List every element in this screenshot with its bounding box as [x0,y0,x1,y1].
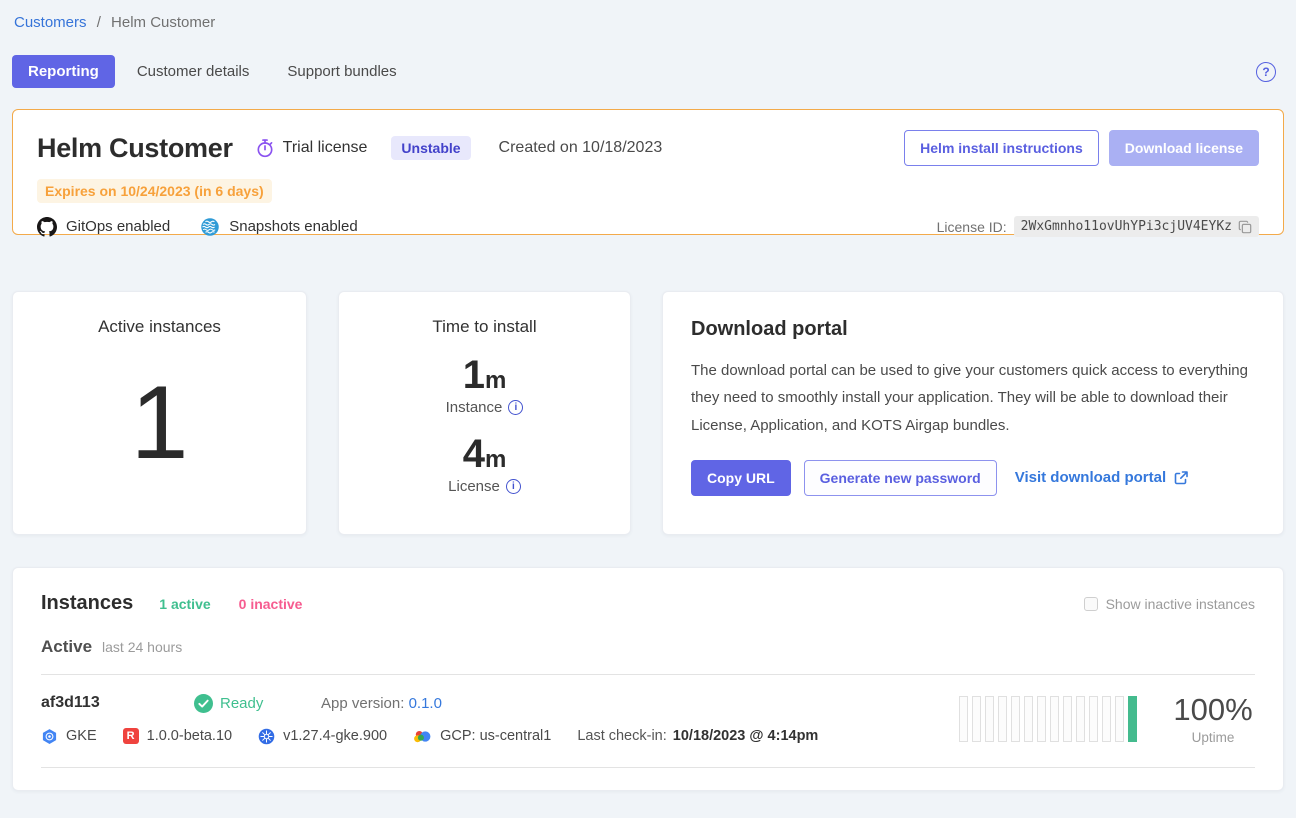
breadcrumb: Customers / Helm Customer [12,14,1284,31]
github-icon [37,217,57,237]
distribution-meta: GKE [41,728,97,745]
replicated-icon: R [123,728,139,744]
kots-version-meta: R 1.0.0-beta.10 [123,728,232,744]
uptime-label: Uptime [1171,730,1255,745]
instance-install-label: Instance [446,399,503,416]
stat-cards-row: Active instances 1 Time to install 1m In… [12,291,1284,535]
instance-row[interactable]: af3d113 Ready App version: 0.1.0 [13,675,1283,767]
snapshots-icon [200,217,220,237]
download-license-button[interactable]: Download license [1109,130,1259,166]
cloud-region-label: GCP: us-central1 [440,728,551,744]
breadcrumb-customers-link[interactable]: Customers [14,14,87,31]
download-portal-card: Download portal The download portal can … [662,291,1284,535]
help-icon[interactable]: ? [1256,62,1276,82]
snapshots-enabled: Snapshots enabled [200,217,357,237]
app-version-link[interactable]: 0.1.0 [409,695,442,712]
app-version-label: App version: [321,695,404,712]
customer-reporting-page: Customers / Helm Customer Reporting Cust… [0,0,1296,818]
k8s-version-label: v1.27.4-gke.900 [283,728,387,744]
time-to-install-card: Time to install 1m Instance i 4m License… [338,291,631,535]
created-date: Created on 10/18/2023 [499,139,663,157]
status-badge: Ready [194,694,321,713]
k8s-version-meta: v1.27.4-gke.900 [258,728,387,745]
active-instances-card: Active instances 1 [12,291,307,535]
instance-id: af3d113 [41,694,194,712]
active-instances-title: Active instances [98,317,221,337]
customer-title: Helm Customer [37,133,233,164]
show-inactive-label[interactable]: Show inactive instances [1106,596,1255,612]
uptime-bars [959,696,1137,742]
instance-install-metric: 1m Instance i [446,354,524,416]
license-type-label: Trial license [283,139,368,157]
instances-card: Instances 1 active 0 inactive Show inact… [12,567,1284,791]
license-id-label: License ID: [937,219,1007,235]
uptime-value: 100% [1171,693,1255,727]
download-portal-title: Download portal [691,318,1255,341]
show-inactive-checkbox[interactable] [1084,597,1098,611]
gcp-icon [413,729,432,744]
license-info-icon[interactable]: i [506,479,521,494]
download-portal-description: The download portal can be used to give … [691,357,1255,439]
license-install-metric: 4m License i [448,433,521,495]
helm-install-instructions-button[interactable]: Helm install instructions [904,130,1099,166]
tab-customer-details[interactable]: Customer details [121,55,266,88]
customer-header-card: Helm Customer Trial license Unstable Cre… [12,109,1284,235]
expires-badge: Expires on 10/24/2023 (in 6 days) [37,179,272,203]
last-checkin-label: Last check-in: [577,728,666,744]
instance-install-unit: m [485,367,506,394]
status-label: Ready [220,695,263,712]
active-section-label: Active [41,637,92,657]
ready-check-icon [194,694,213,713]
copy-url-button[interactable]: Copy URL [691,460,791,496]
license-install-value: 4 [463,432,485,476]
channel-badge: Unstable [391,136,470,160]
gitops-enabled-label: GitOps enabled [66,218,170,235]
breadcrumb-separator: / [97,14,101,31]
time-to-install-title: Time to install [432,317,536,337]
instance-install-value: 1 [463,353,485,397]
license-id-value[interactable]: 2WxGmnho11ovUhYPi3cjUV4EYKz [1014,216,1259,237]
instances-title: Instances [41,592,133,615]
active-section-range: last 24 hours [102,639,182,655]
gke-icon [41,728,58,745]
tab-bar: Reporting Customer details Support bundl… [12,55,1284,88]
license-install-unit: m [485,446,506,473]
license-type: Trial license [255,138,368,158]
last-checkin-value: 10/18/2023 @ 4:14pm [673,728,819,744]
breadcrumb-current: Helm Customer [111,14,215,31]
snapshots-enabled-label: Snapshots enabled [229,218,357,235]
inactive-count: 0 inactive [239,596,303,612]
kubernetes-icon [258,728,275,745]
cloud-region-meta: GCP: us-central1 [413,728,551,744]
generate-password-button[interactable]: Generate new password [804,460,997,496]
kots-version-label: 1.0.0-beta.10 [147,728,232,744]
tab-reporting[interactable]: Reporting [12,55,115,88]
copy-icon[interactable] [1238,220,1252,234]
visit-download-portal-link[interactable]: Visit download portal [1015,469,1189,486]
active-count: 1 active [159,596,210,612]
license-install-label: License [448,478,500,495]
license-id-text: 2WxGmnho11ovUhYPi3cjUV4EYKz [1021,219,1232,234]
trial-timer-icon [255,138,275,158]
external-link-icon [1173,470,1189,486]
distribution-label: GKE [66,728,97,744]
instance-info-icon[interactable]: i [508,400,523,415]
active-instances-value: 1 [131,337,189,534]
gitops-enabled: GitOps enabled [37,217,170,237]
tab-support-bundles[interactable]: Support bundles [271,55,412,88]
visit-download-portal-label: Visit download portal [1015,469,1166,486]
